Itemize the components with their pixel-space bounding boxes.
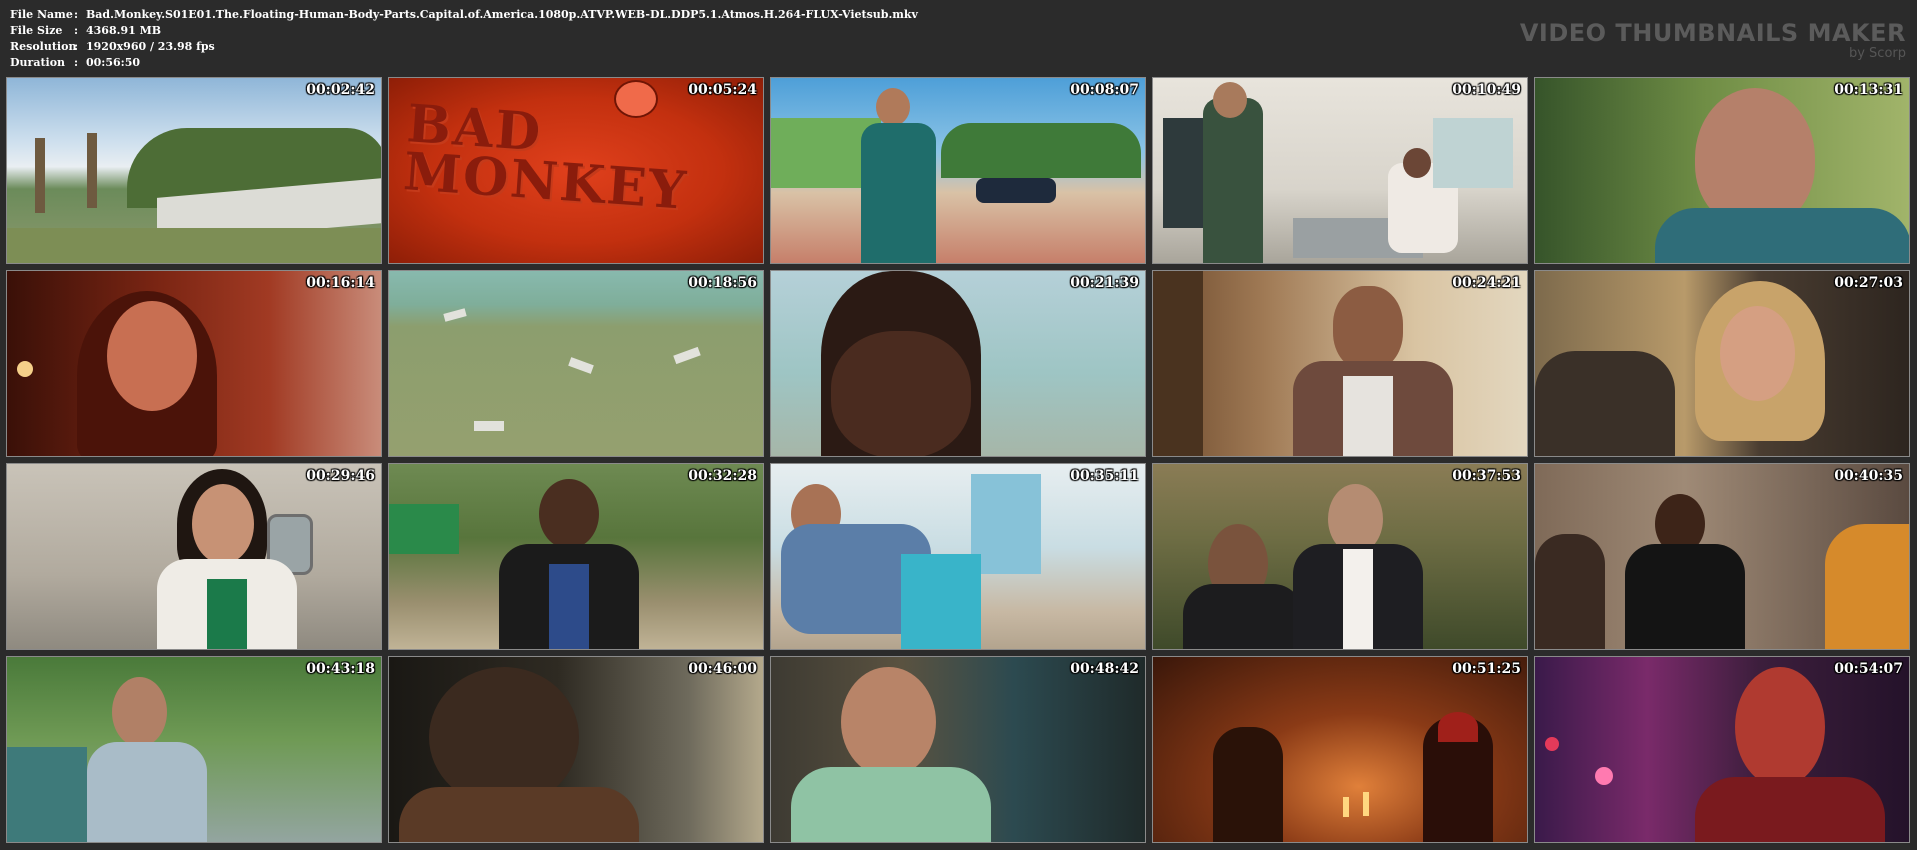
- timestamp: 00:02:42: [306, 82, 375, 98]
- duration-label: Duration: [10, 56, 66, 69]
- thumbnail[interactable]: 00:21:39: [770, 270, 1146, 457]
- file-size-row: File Size : 4368.91 MB: [10, 23, 918, 39]
- separator: :: [74, 40, 79, 53]
- title-logo: BAD MONKEY: [401, 93, 692, 222]
- thumbnail[interactable]: 00:24:21: [1152, 270, 1528, 457]
- thumbnail[interactable]: 00:48:42: [770, 656, 1146, 843]
- scene-image: [389, 271, 763, 456]
- timestamp: 00:37:53: [1452, 468, 1521, 484]
- timestamp: 00:32:28: [688, 468, 757, 484]
- timestamp: 00:43:18: [306, 661, 375, 677]
- scene-image: [1153, 271, 1527, 456]
- scene-image: [771, 657, 1145, 842]
- scene-image: [1153, 657, 1527, 842]
- thumbnail[interactable]: 00:29:46: [6, 463, 382, 650]
- thumbnail[interactable]: 00:13:31: [1534, 77, 1910, 264]
- timestamp: 00:05:24: [688, 82, 757, 98]
- scene-image: [771, 464, 1145, 649]
- separator: :: [74, 56, 79, 69]
- duration-row: Duration : 00:56:50: [10, 55, 918, 71]
- brand-subtitle: by Scorp: [1848, 46, 1906, 61]
- thumbnail[interactable]: 00:35:11: [770, 463, 1146, 650]
- scene-image: [1153, 464, 1527, 649]
- scene-image: [389, 657, 763, 842]
- header: File Name : Bad.Monkey.S01E01.The.Floati…: [0, 0, 1917, 76]
- thumbnail[interactable]: 00:08:07: [770, 77, 1146, 264]
- brand-watermark: VIDEO THUMBNAILS MAKER by Scorp: [1520, 20, 1906, 61]
- thumbnail[interactable]: 00:54:07: [1534, 656, 1910, 843]
- timestamp: 00:24:21: [1452, 275, 1521, 291]
- thumbnail[interactable]: 00:27:03: [1534, 270, 1910, 457]
- thumbnail[interactable]: 00:43:18: [6, 656, 382, 843]
- thumbnail[interactable]: 00:02:42: [6, 77, 382, 264]
- scene-image: [7, 464, 381, 649]
- scene-image: [771, 271, 1145, 456]
- file-name-row: File Name : Bad.Monkey.S01E01.The.Floati…: [10, 7, 918, 23]
- file-size-label: File Size: [10, 24, 63, 37]
- scene-image: [1535, 271, 1909, 456]
- thumbnail[interactable]: 00:10:49: [1152, 77, 1528, 264]
- thumbnail[interactable]: 00:37:53: [1152, 463, 1528, 650]
- scene-image: [1535, 78, 1909, 263]
- thumbnail[interactable]: 00:16:14: [6, 270, 382, 457]
- file-name-label: File Name: [10, 8, 73, 21]
- timestamp: 00:13:31: [1834, 82, 1903, 98]
- timestamp: 00:35:11: [1070, 468, 1139, 484]
- file-name-value: Bad.Monkey.S01E01.The.Floating-Human-Bod…: [86, 8, 918, 21]
- thumbnail[interactable]: 00:40:35: [1534, 463, 1910, 650]
- timestamp: 00:51:25: [1452, 661, 1521, 677]
- separator: :: [74, 8, 79, 21]
- brand-title: VIDEO THUMBNAILS MAKER: [1519, 19, 1906, 47]
- timestamp: 00:40:35: [1834, 468, 1903, 484]
- thumbnail[interactable]: 00:51:25: [1152, 656, 1528, 843]
- resolution-label: Resolution: [10, 40, 77, 53]
- duration-value: 00:56:50: [86, 56, 141, 69]
- timestamp: 00:29:46: [306, 468, 375, 484]
- scene-image: [389, 464, 763, 649]
- separator: :: [74, 24, 79, 37]
- scene-image: [7, 657, 381, 842]
- timestamp: 00:16:14: [306, 275, 375, 291]
- timestamp: 00:18:56: [688, 275, 757, 291]
- timestamp: 00:46:00: [688, 661, 757, 677]
- scene-image: [7, 271, 381, 456]
- timestamp: 00:10:49: [1452, 82, 1521, 98]
- logo-line: MONKEY: [401, 141, 690, 222]
- timestamp: 00:54:07: [1834, 661, 1903, 677]
- thumbnail[interactable]: 00:32:28: [388, 463, 764, 650]
- scene-image: [771, 78, 1145, 263]
- scene-image: [1535, 464, 1909, 649]
- scene-image: [1153, 78, 1527, 263]
- file-info: File Name : Bad.Monkey.S01E01.The.Floati…: [10, 7, 918, 71]
- file-size-value: 4368.91 MB: [86, 24, 162, 37]
- scene-image: [1535, 657, 1909, 842]
- thumbnail-grid: 00:02:42 BAD MONKEY 00:05:24 00:08:07 00…: [6, 77, 1910, 843]
- timestamp: 00:21:39: [1070, 275, 1139, 291]
- thumbnail[interactable]: 00:46:00: [388, 656, 764, 843]
- timestamp: 00:27:03: [1834, 275, 1903, 291]
- thumbnail[interactable]: 00:18:56: [388, 270, 764, 457]
- timestamp: 00:08:07: [1070, 82, 1139, 98]
- resolution-value: 1920x960 / 23.98 fps: [86, 40, 215, 53]
- scene-image: BAD MONKEY: [389, 78, 763, 263]
- resolution-row: Resolution : 1920x960 / 23.98 fps: [10, 39, 918, 55]
- timestamp: 00:48:42: [1070, 661, 1139, 677]
- scene-image: [7, 78, 381, 263]
- thumbnail[interactable]: BAD MONKEY 00:05:24: [388, 77, 764, 264]
